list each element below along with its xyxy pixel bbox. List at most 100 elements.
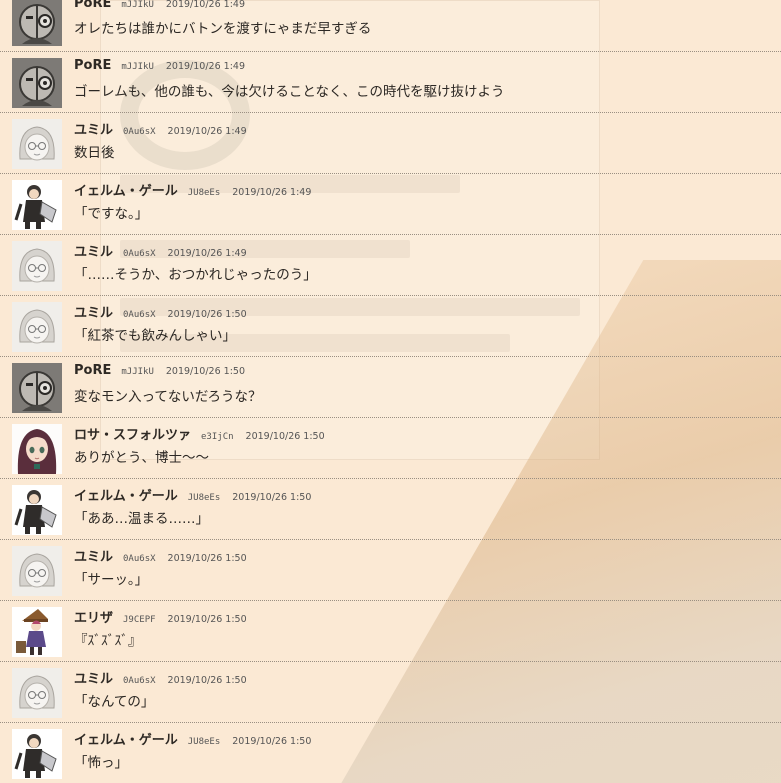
username[interactable]: PoRE: [74, 0, 111, 11]
avatar-image: [12, 729, 62, 779]
username[interactable]: ユミル: [74, 119, 113, 138]
avatar-yumiru[interactable]: [12, 668, 62, 718]
message-header: イェルム・ゲール JU8eEs 2019/10/26 1:49: [74, 180, 311, 199]
username[interactable]: ロサ・スフォルツァ: [74, 424, 191, 443]
username[interactable]: ユミル: [74, 302, 113, 321]
username[interactable]: エリザ: [74, 607, 113, 626]
message-text: 『ｽﾞｽﾞｽﾞ』: [74, 633, 142, 649]
message-header: PoRE mJJIkU 2019/10/26 1:50: [74, 363, 245, 378]
message-text: ゴーレムも、他の誰も、今は欠けることなく、この時代を駆け抜けよう: [74, 84, 505, 100]
avatar-image: [12, 302, 62, 352]
message-text: 「なんての」: [74, 694, 155, 710]
avatar-image: [12, 119, 62, 169]
timestamp: 2019/10/26 1:49: [167, 248, 247, 259]
avatar-pore[interactable]: [12, 58, 62, 108]
avatar-eliza[interactable]: [12, 607, 62, 657]
chat-message: ユミル 0Au6sX 2019/10/26 1:50 「紅茶でも飲みんしゃい」: [0, 296, 781, 357]
message-text: 「紅茶でも飲みんしゃい」: [74, 328, 236, 344]
user-id: mJJIkU: [121, 62, 154, 72]
timestamp: 2019/10/26 1:49: [165, 0, 245, 10]
avatar-image: [12, 0, 62, 46]
avatar-pore[interactable]: [12, 0, 62, 46]
username[interactable]: ユミル: [74, 241, 113, 260]
username[interactable]: PoRE: [74, 58, 111, 73]
timestamp: 2019/10/26 1:50: [167, 675, 247, 686]
chat-message: ユミル 0Au6sX 2019/10/26 1:50 「サーッ。」: [0, 540, 781, 601]
message-text: オレたちは誰かにバトンを渡すにゃまだ早すぎる: [74, 21, 372, 37]
username[interactable]: PoRE: [74, 363, 111, 378]
chat-message: ユミル 0Au6sX 2019/10/26 1:50 「なんての」: [0, 662, 781, 723]
avatar-image: [12, 607, 62, 657]
user-id: 0Au6sX: [123, 249, 156, 259]
user-id: e3IjCn: [201, 432, 234, 442]
username[interactable]: イェルム・ゲール: [74, 485, 178, 504]
timestamp: 2019/10/26 1:50: [167, 614, 247, 625]
user-id: 0Au6sX: [123, 554, 156, 564]
username[interactable]: イェルム・ゲール: [74, 729, 178, 748]
user-id: J9CEPF: [123, 615, 156, 625]
avatar-ielmu[interactable]: [12, 180, 62, 230]
avatar-image: [12, 485, 62, 535]
message-text: 「ああ…温まる……」: [74, 511, 209, 527]
user-id: JU8eEs: [187, 737, 221, 747]
timestamp: 2019/10/26 1:50: [232, 492, 312, 503]
avatar-yumiru[interactable]: [12, 241, 62, 291]
timestamp: 2019/10/26 1:50: [167, 309, 247, 320]
message-header: ユミル 0Au6sX 2019/10/26 1:50: [74, 546, 247, 565]
chat-message: イェルム・ゲール JU8eEs 2019/10/26 1:50 「ああ…温まる……: [0, 479, 781, 540]
chat-message: エリザ J9CEPF 2019/10/26 1:50 『ｽﾞｽﾞｽﾞ』: [0, 601, 781, 662]
user-id: 0Au6sX: [123, 676, 156, 686]
message-text: 「怖っ」: [74, 755, 128, 771]
timestamp: 2019/10/26 1:50: [245, 431, 325, 442]
timestamp: 2019/10/26 1:49: [167, 126, 247, 137]
message-header: ロサ・スフォルツァ e3IjCn 2019/10/26 1:50: [74, 424, 325, 443]
chat-message: PoRE mJJIkU 2019/10/26 1:49 ゴーレムも、他の誰も、今…: [0, 52, 781, 113]
avatar-image: [12, 424, 62, 474]
chat-message: イェルム・ゲール JU8eEs 2019/10/26 1:50 「怖っ」: [0, 723, 781, 783]
message-text: 「ですな。」: [74, 206, 149, 222]
message-text: 変なモン入ってないだろうな？: [74, 389, 262, 405]
message-text: 「……そうか、おつかれじゃったのう」: [74, 267, 317, 283]
user-id: mJJIkU: [121, 0, 154, 10]
avatar-yumiru[interactable]: [12, 119, 62, 169]
username[interactable]: ユミル: [74, 546, 113, 565]
message-header: ユミル 0Au6sX 2019/10/26 1:49: [74, 241, 247, 260]
message-header: エリザ J9CEPF 2019/10/26 1:50: [74, 607, 247, 626]
username[interactable]: ユミル: [74, 668, 113, 687]
chat-message: PoRE mJJIkU 2019/10/26 1:49 オレたちは誰かにバトンを…: [0, 0, 781, 52]
timestamp: 2019/10/26 1:49: [165, 61, 245, 72]
message-header: PoRE mJJIkU 2019/10/26 1:49: [74, 58, 245, 73]
avatar-image: [12, 241, 62, 291]
message-header: PoRE mJJIkU 2019/10/26 1:49: [74, 0, 245, 11]
message-header: イェルム・ゲール JU8eEs 2019/10/26 1:50: [74, 485, 311, 504]
chat-message: イェルム・ゲール JU8eEs 2019/10/26 1:49 「ですな。」: [0, 174, 781, 235]
avatar-ielmu[interactable]: [12, 729, 62, 779]
chat-message: ロサ・スフォルツァ e3IjCn 2019/10/26 1:50 ありがとう、博…: [0, 418, 781, 479]
message-header: ユミル 0Au6sX 2019/10/26 1:50: [74, 302, 247, 321]
message-header: ユミル 0Au6sX 2019/10/26 1:49: [74, 119, 247, 138]
avatar-yumiru[interactable]: [12, 302, 62, 352]
user-id: mJJIkU: [121, 367, 154, 377]
chat-message: PoRE mJJIkU 2019/10/26 1:50 変なモン入ってないだろう…: [0, 357, 781, 418]
timestamp: 2019/10/26 1:50: [165, 366, 245, 377]
user-id: JU8eEs: [187, 188, 221, 198]
message-text: ありがとう、博士～～: [74, 450, 209, 466]
avatar-yumiru[interactable]: [12, 546, 62, 596]
timestamp: 2019/10/26 1:49: [232, 187, 312, 198]
chat-message: ユミル 0Au6sX 2019/10/26 1:49 数日後: [0, 113, 781, 174]
avatar-image: [12, 58, 62, 108]
user-id: 0Au6sX: [123, 310, 156, 320]
message-header: イェルム・ゲール JU8eEs 2019/10/26 1:50: [74, 729, 311, 748]
chat-log: PoRE mJJIkU 2019/10/26 1:49 オレたちは誰かにバトンを…: [0, 0, 781, 783]
avatar-image: [12, 668, 62, 718]
timestamp: 2019/10/26 1:50: [232, 736, 312, 747]
avatar-ielmu[interactable]: [12, 485, 62, 535]
message-text: 数日後: [74, 145, 115, 161]
avatar-pore[interactable]: [12, 363, 62, 413]
username[interactable]: イェルム・ゲール: [74, 180, 178, 199]
message-header: ユミル 0Au6sX 2019/10/26 1:50: [74, 668, 247, 687]
user-id: 0Au6sX: [123, 127, 156, 137]
message-text: 「サーッ。」: [74, 572, 149, 588]
avatar-image: [12, 180, 62, 230]
avatar-rosa[interactable]: [12, 424, 62, 474]
